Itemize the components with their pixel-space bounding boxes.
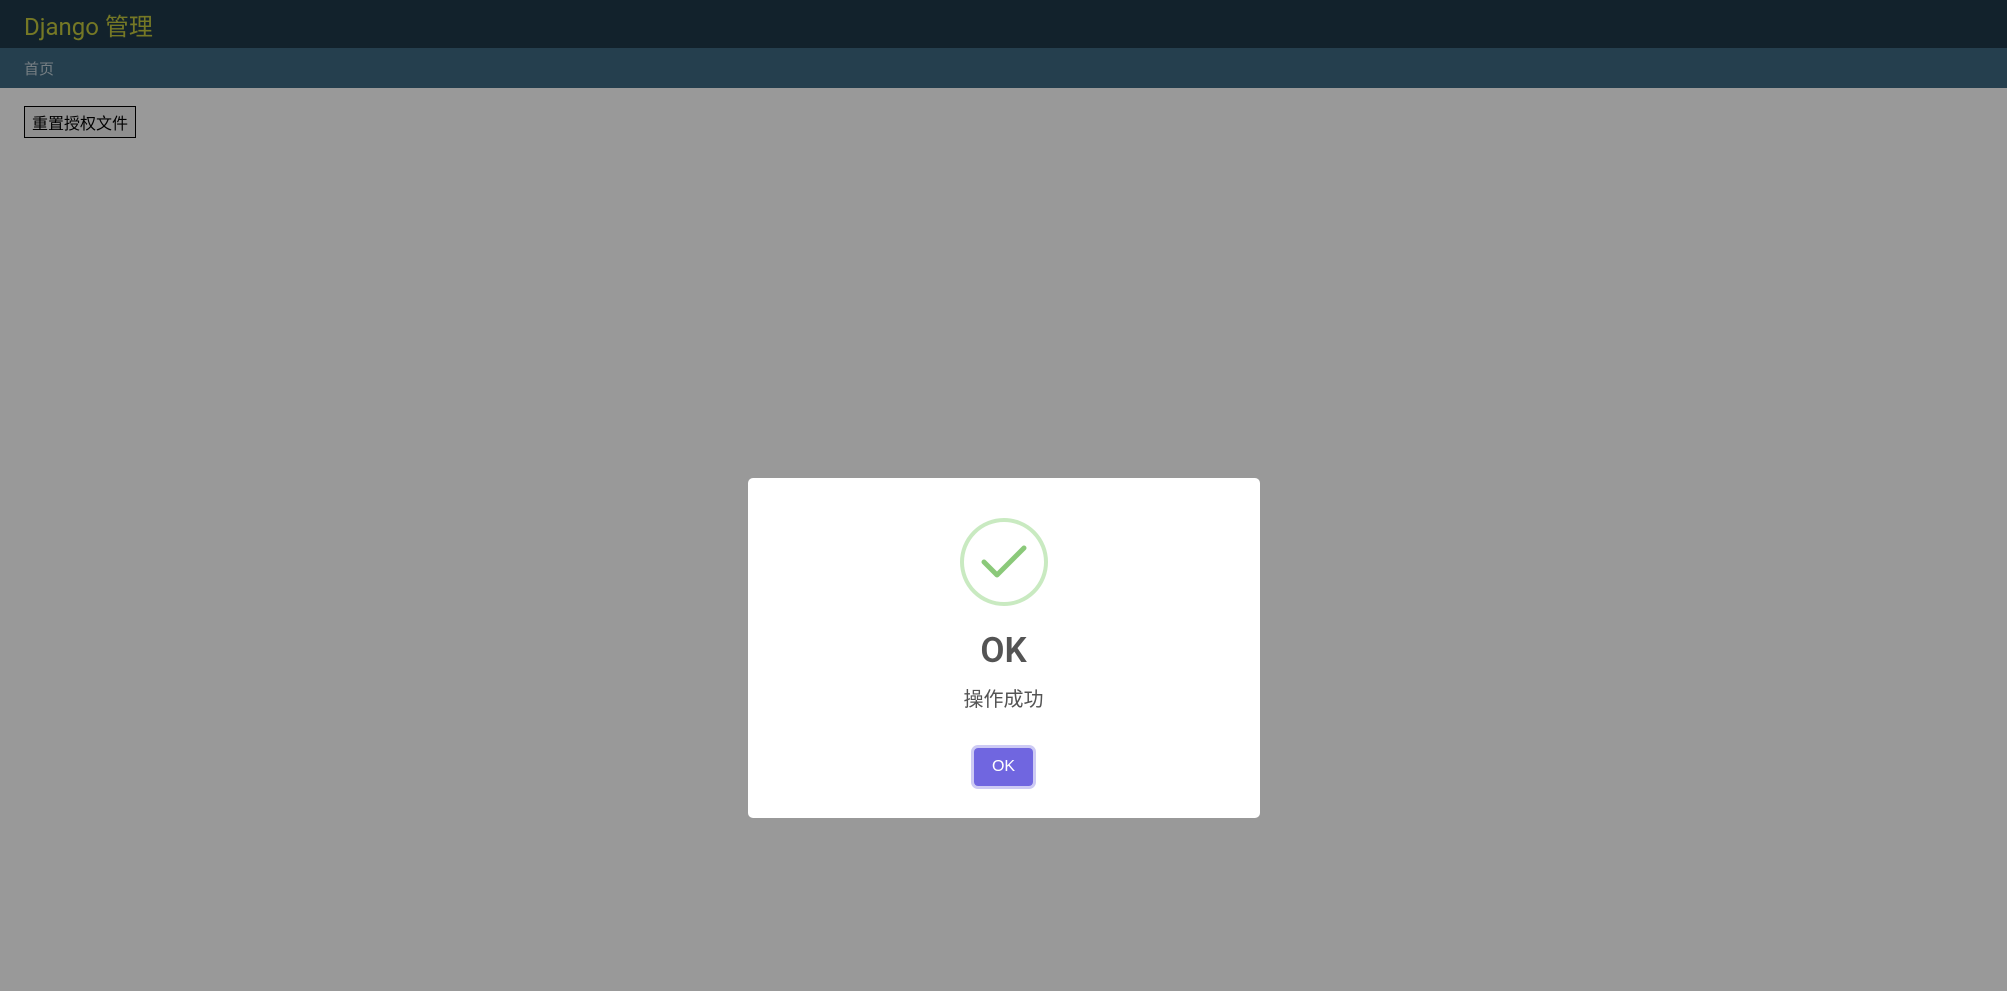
modal-message: 操作成功	[964, 683, 1044, 712]
success-modal: OK 操作成功 OK	[748, 478, 1260, 818]
modal-title: OK	[980, 630, 1026, 671]
modal-ok-button[interactable]: OK	[974, 748, 1033, 786]
checkmark-icon	[981, 544, 1027, 580]
modal-overlay[interactable]: OK 操作成功 OK	[0, 0, 2007, 991]
success-icon	[960, 518, 1048, 606]
